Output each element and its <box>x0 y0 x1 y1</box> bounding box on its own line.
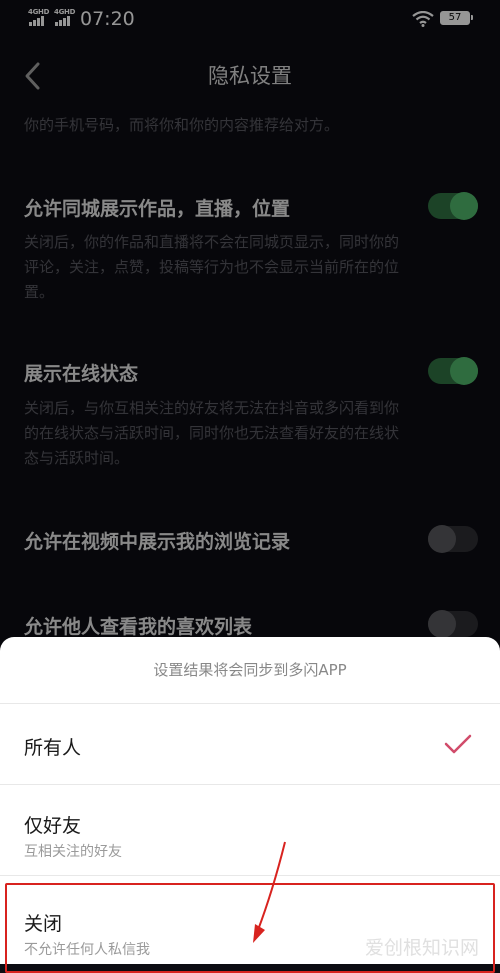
sheet-header: 设置结果将会同步到多闪APP <box>153 661 347 679</box>
check-icon <box>444 734 472 754</box>
annotation-arrow-icon <box>253 841 286 943</box>
option-label: 仅好友 <box>24 815 82 837</box>
privacy-settings-screen: 4GHD 4GHD 07:20 57 隐私设置 你的手机号码，而将你和你的内容推… <box>0 0 500 973</box>
option-label: 所有人 <box>24 737 82 759</box>
watermark-text: 爱创根知识网 <box>365 937 480 959</box>
option-everyone[interactable]: 所有人 <box>0 704 500 784</box>
option-sublabel: 互相关注的好友 <box>24 844 122 860</box>
